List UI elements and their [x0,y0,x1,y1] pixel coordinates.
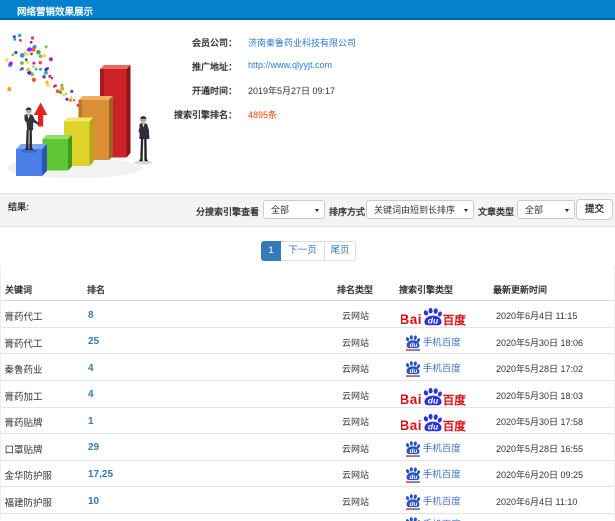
svg-text:du: du [410,342,418,349]
svg-text:du: du [428,422,439,432]
svg-text:手机百度: 手机百度 [423,496,462,508]
svg-text:du: du [428,316,439,326]
svg-text:du: du [410,501,418,508]
svg-text:du: du [410,368,418,375]
svg-text:手机百度: 手机百度 [423,443,462,455]
svg-text:du: du [410,448,418,455]
svg-text:百度: 百度 [443,393,466,407]
svg-text:Bai: Bai [401,418,422,433]
svg-text:du: du [428,395,439,405]
svg-text:百度: 百度 [443,419,466,433]
svg-text:Bai: Bai [401,392,422,407]
svg-text:百度: 百度 [443,313,466,327]
svg-text:du: du [410,475,418,482]
svg-text:Bai: Bai [401,312,422,327]
svg-text:手机百度: 手机百度 [423,469,462,481]
svg-text:手机百度: 手机百度 [423,363,462,375]
svg-text:手机百度: 手机百度 [423,336,462,348]
